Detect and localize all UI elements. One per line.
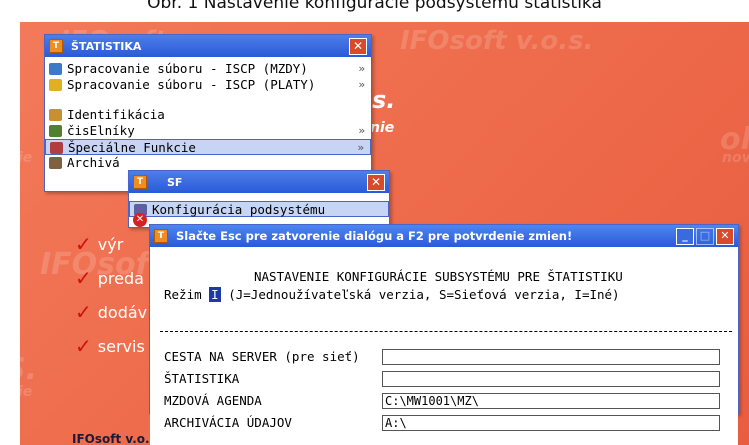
menu-item-specialne-funkcie[interactable]: Špeciálne Funkcie » xyxy=(45,139,371,155)
menu-item-archivacia[interactable]: Archivá xyxy=(45,155,371,171)
field-label-archivacia: ARCHIVÁCIA ÚDAJOV xyxy=(164,415,292,430)
sf-titlebar[interactable]: T SF ✕ xyxy=(129,171,389,193)
dialog-heading: NASTAVENIE KONFIGURÁCIE SUBSYSTÉMU PRE Š… xyxy=(254,269,623,284)
app-icon: T xyxy=(154,229,168,243)
server-path-input[interactable] xyxy=(382,349,720,365)
mode-input[interactable]: I xyxy=(209,287,221,302)
mode-label: Režim xyxy=(164,287,202,302)
feature-bullet: ✓ preda xyxy=(75,266,144,290)
config-dialog: T Slačte Esc pre zatvorenie dialógu a F2… xyxy=(149,224,739,445)
watermark-left-3: nie xyxy=(20,384,33,400)
figure-caption: Obr. 1 Nastavenie konfigurácie podsystém… xyxy=(147,0,602,13)
archivacia-input[interactable]: A:\ xyxy=(382,415,720,431)
folder-icon xyxy=(49,79,62,91)
hero-text: s. xyxy=(372,86,396,114)
checkmark-icon: ✓ xyxy=(75,334,92,358)
hero-subtext: nie xyxy=(370,120,395,136)
checkmark-icon: ✓ xyxy=(75,300,92,324)
watermark-left-1: nie xyxy=(20,150,33,166)
dialog-body: NASTAVENIE KONFIGURÁCIE SUBSYSTÉMU PRE Š… xyxy=(150,247,738,445)
field-label-statistika: ŠTATISTIKA xyxy=(164,371,240,386)
feature-bullet: ✓ výr xyxy=(75,232,124,256)
submenu-arrow-icon: » xyxy=(358,78,365,91)
menu-item-identifikacia[interactable]: Identifikácia xyxy=(45,107,371,123)
sf-window: T SF ✕ Konfigurácia podsystému ✕ xyxy=(128,170,390,228)
spreadsheet-icon xyxy=(49,63,62,75)
mzdova-agenda-input[interactable]: C:\MW1001\MZ\ xyxy=(382,393,720,409)
maximize-button[interactable]: □ xyxy=(696,227,714,245)
statistika-path-input[interactable] xyxy=(382,371,720,387)
close-button[interactable]: ✕ xyxy=(349,37,367,55)
mode-row: Režim I (J=Jednoužívateľská verzia, S=Si… xyxy=(164,287,620,302)
field-label-server: CESTA NA SERVER (pre sieť) xyxy=(164,349,360,364)
archive-icon xyxy=(49,157,62,169)
menu-item-iscp-mzdy[interactable]: Spracovanie súboru - ISCP (MZDY) » xyxy=(45,61,371,77)
identification-icon xyxy=(49,109,62,121)
menu-item-ciselniky[interactable]: čisElníky » xyxy=(45,123,371,139)
error-icon: ✕ xyxy=(133,213,147,227)
submenu-arrow-icon: » xyxy=(357,141,364,154)
menu-item-iscp-platy[interactable]: Spracovanie súboru - ISCP (PLATY) » xyxy=(45,77,371,93)
checkmark-icon: ✓ xyxy=(75,266,92,290)
table-icon xyxy=(49,125,62,137)
sf-title: SF xyxy=(167,175,183,189)
field-label-mzdova: MZDOVÁ AGENDA xyxy=(164,393,262,408)
watermark-text: IFOsoft v.o.s. xyxy=(400,26,594,56)
feature-bullet: ✓ dodáv xyxy=(75,300,148,324)
submenu-arrow-icon: » xyxy=(358,62,365,75)
mode-hint: (J=Jednoužívateľská verzia, S=Sieťová ve… xyxy=(228,287,620,302)
tools-icon xyxy=(50,142,63,154)
menu-item-konfiguracia[interactable]: Konfigurácia podsystému xyxy=(129,201,389,217)
close-button[interactable]: ✕ xyxy=(367,173,385,191)
sf-menu: Konfigurácia podsystému xyxy=(129,193,389,217)
checkmark-icon: ✓ xyxy=(75,232,92,256)
statistika-menu: Spracovanie súboru - ISCP (MZDY) » Sprac… xyxy=(45,57,371,171)
statistika-window: T ŠTATISTIKA ✕ Spracovanie súboru - ISCP… xyxy=(44,34,372,192)
minimize-button[interactable]: _ xyxy=(676,227,694,245)
watermark-right-2: nov xyxy=(722,150,749,166)
app-icon: T xyxy=(49,39,63,53)
app-icon: T xyxy=(133,175,147,189)
submenu-arrow-icon: » xyxy=(358,124,365,137)
dialog-title: Slačte Esc pre zatvorenie dialógu a F2 p… xyxy=(176,229,573,243)
statistika-titlebar[interactable]: T ŠTATISTIKA ✕ xyxy=(45,35,371,57)
feature-bullet: ✓ servis xyxy=(75,334,145,358)
dialog-titlebar[interactable]: T Slačte Esc pre zatvorenie dialógu a F2… xyxy=(150,225,738,247)
divider xyxy=(160,331,732,332)
watermark-left-2: S. xyxy=(20,352,38,387)
statistika-title: ŠTATISTIKA xyxy=(71,39,142,53)
close-button[interactable]: ✕ xyxy=(716,227,734,245)
